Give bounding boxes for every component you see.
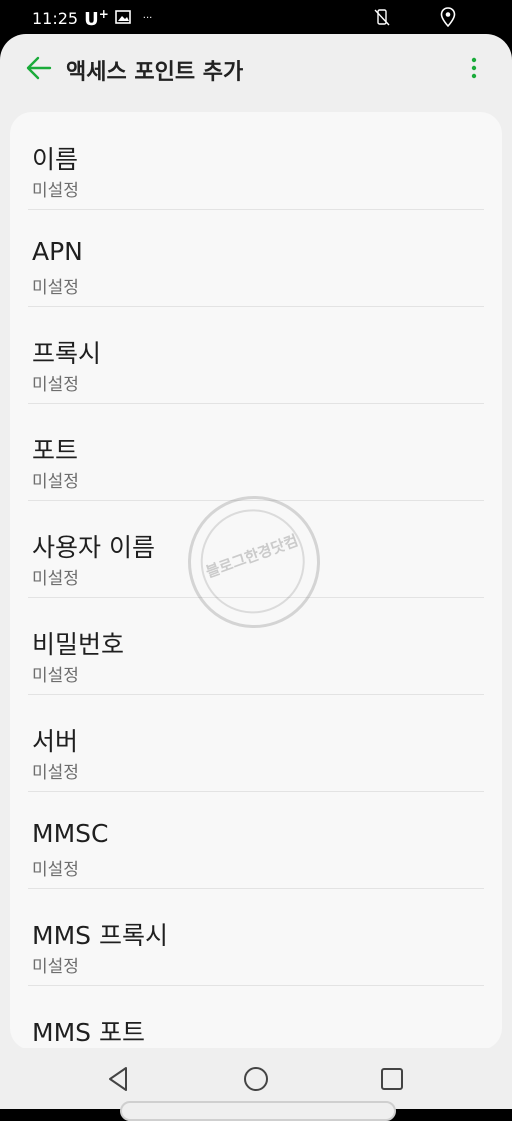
settings-list: 이름 미설정 APN 미설정 프록시 미설정 포트 미설정 사용자 이름 미설정… <box>10 112 502 1050</box>
more-notifications-icon: ··· <box>142 13 153 24</box>
page-title: 액세스 포인트 추가 <box>66 60 244 85</box>
setting-mms-port[interactable]: MMS 포트 <box>28 985 484 1050</box>
setting-value: 미설정 <box>32 569 79 589</box>
nav-home-button[interactable] <box>241 1064 271 1094</box>
status-time: 11:25 <box>32 9 79 28</box>
status-bar: 11:25 U+ ··· <box>0 0 512 34</box>
more-options-button[interactable] <box>464 54 484 84</box>
setting-username[interactable]: 사용자 이름 미설정 <box>28 500 484 598</box>
triangle-back-icon <box>109 1067 127 1091</box>
back-button[interactable] <box>24 54 54 84</box>
more-vert-icon <box>471 57 477 79</box>
nav-recents-button[interactable] <box>377 1064 407 1094</box>
setting-label: 프록시 <box>32 339 102 368</box>
setting-value: 미설정 <box>32 278 79 298</box>
setting-value: 미설정 <box>32 666 79 686</box>
vibrate-off-icon <box>374 8 390 30</box>
setting-label: APN <box>32 237 83 266</box>
setting-value: 미설정 <box>32 763 79 783</box>
image-icon <box>114 9 131 28</box>
setting-value: 미설정 <box>32 472 79 492</box>
nav-back-button[interactable] <box>104 1064 134 1094</box>
setting-proxy[interactable]: 프록시 미설정 <box>28 306 484 404</box>
setting-label: MMS 프록시 <box>32 921 168 950</box>
setting-value: 미설정 <box>32 375 79 395</box>
gesture-handle[interactable] <box>120 1101 396 1121</box>
setting-mms-proxy[interactable]: MMS 프록시 미설정 <box>28 888 484 986</box>
carrier-label: U+ <box>84 7 109 30</box>
setting-label: MMSC <box>32 819 109 848</box>
app-bar: 액세스 포인트 추가 <box>0 34 512 106</box>
navigation-bar <box>0 1048 512 1109</box>
setting-label: 서버 <box>32 727 79 756</box>
setting-value: 미설정 <box>32 957 79 977</box>
setting-apn[interactable]: APN 미설정 <box>28 209 484 307</box>
arrow-left-icon <box>26 56 52 80</box>
setting-password[interactable]: 비밀번호 미설정 <box>28 597 484 695</box>
circle-home-icon <box>244 1067 268 1091</box>
setting-value: 미설정 <box>32 860 79 880</box>
setting-name[interactable]: 이름 미설정 <box>28 112 484 210</box>
setting-label: 이름 <box>32 145 79 174</box>
screen: 액세스 포인트 추가 이름 미설정 APN 미설정 프록시 미설정 포트 미설정… <box>0 34 512 1109</box>
setting-mmsc[interactable]: MMSC 미설정 <box>28 791 484 889</box>
setting-label: 포트 <box>32 436 79 465</box>
square-recents-icon <box>381 1068 403 1090</box>
setting-value: 미설정 <box>32 181 79 201</box>
setting-label: MMS 포트 <box>32 1018 145 1047</box>
setting-label: 사용자 이름 <box>32 533 155 562</box>
setting-server[interactable]: 서버 미설정 <box>28 694 484 792</box>
setting-label: 비밀번호 <box>32 630 125 659</box>
setting-port[interactable]: 포트 미설정 <box>28 403 484 501</box>
location-icon <box>440 7 456 31</box>
